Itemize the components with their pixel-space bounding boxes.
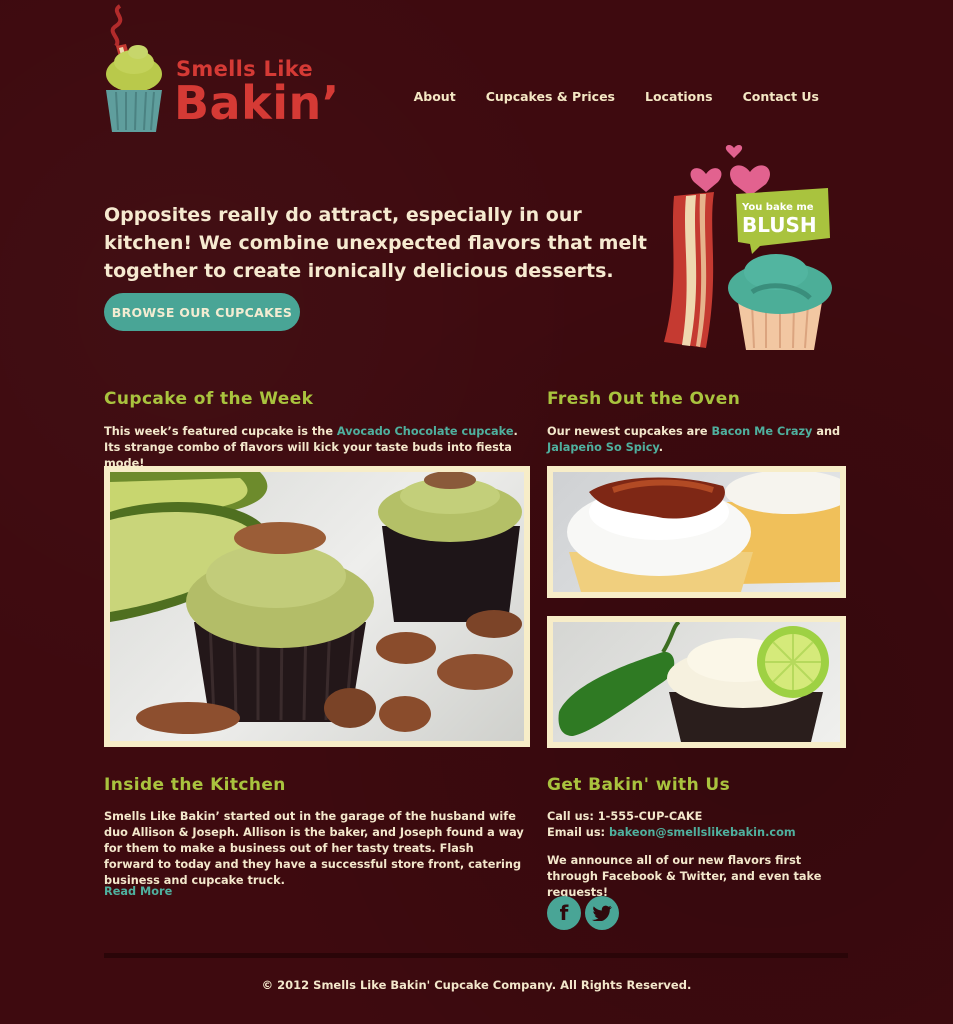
fresh-text-after: . — [658, 441, 664, 454]
avocado-cupcake-photo[interactable] — [104, 466, 530, 747]
hero-tagline: Opposites really do attract, especially … — [104, 204, 647, 282]
nav-contact-us[interactable]: Contact Us — [743, 89, 819, 104]
jalapeno-cupcake-photo[interactable] — [547, 616, 846, 748]
fresh-heading: Fresh Out the Oven — [547, 389, 741, 409]
kitchen-heading: Inside the Kitchen — [104, 775, 286, 795]
fresh-text: Our newest cupcakes are Bacon Me Crazy a… — [547, 424, 847, 456]
footer-copyright: © 2012 Smells Like Bakin' Cupcake Compan… — [261, 978, 692, 992]
teal-cupcake-icon — [728, 254, 832, 350]
cupcake-logo-icon — [106, 4, 162, 132]
read-more-link[interactable]: Read More — [104, 884, 172, 900]
email-line: Email us: bakeon@smellslikebakin.com — [547, 825, 796, 841]
phone-text: Call us: 1-555-CUP-CAKE — [547, 810, 703, 823]
cupcake-week-text-before: This week’s featured cupcake is the — [104, 425, 337, 438]
avocado-chocolate-link[interactable]: Avocado Chocolate cupcake — [337, 425, 514, 438]
fresh-text-mid: and — [812, 425, 841, 438]
announce-text: We announce all of our new flavors first… — [547, 854, 822, 899]
blush-badge-icon: You bake me BLUSH — [736, 188, 830, 254]
cupcake-week-text: This week’s featured cupcake is the Avoc… — [104, 424, 534, 472]
footer-divider — [104, 953, 848, 958]
nav-about[interactable]: About — [414, 89, 456, 104]
main-nav: About Cupcakes & Prices Locations Contac… — [414, 89, 819, 104]
cupcake-week-heading: Cupcake of the Week — [104, 389, 314, 409]
hero-illustration: You bake me BLUSH — [656, 142, 836, 354]
twitter-icon[interactable] — [585, 896, 619, 930]
social-links: f — [547, 896, 619, 930]
fresh-text-before: Our newest cupcakes are — [547, 425, 712, 438]
nav-locations[interactable]: Locations — [645, 89, 713, 104]
bacon-cupcake-photo[interactable] — [547, 466, 846, 598]
jalapeno-so-spicy-link[interactable]: Jalapeño So Spicy — [547, 441, 659, 454]
email-label: Email us: — [547, 826, 610, 839]
heart-icon — [690, 145, 770, 196]
contact-heading: Get Bakin' with Us — [547, 775, 731, 795]
bacon-me-crazy-link[interactable]: Bacon Me Crazy — [711, 425, 812, 438]
nav-cupcakes-prices[interactable]: Cupcakes & Prices — [486, 89, 615, 104]
svg-text:BLUSH: BLUSH — [742, 213, 817, 237]
email-link[interactable]: bakeon@smellslikebakin.com — [609, 826, 796, 839]
bacon-icon — [664, 192, 714, 348]
facebook-icon[interactable]: f — [547, 896, 581, 930]
browse-cupcakes-button[interactable]: BROWSE OUR CUPCAKES — [104, 293, 300, 331]
svg-text:You bake me: You bake me — [741, 202, 814, 213]
kitchen-text: Smells Like Bakin’ started out in the ga… — [104, 810, 524, 887]
logo-text-line2: Bakin’ — [174, 76, 340, 130]
